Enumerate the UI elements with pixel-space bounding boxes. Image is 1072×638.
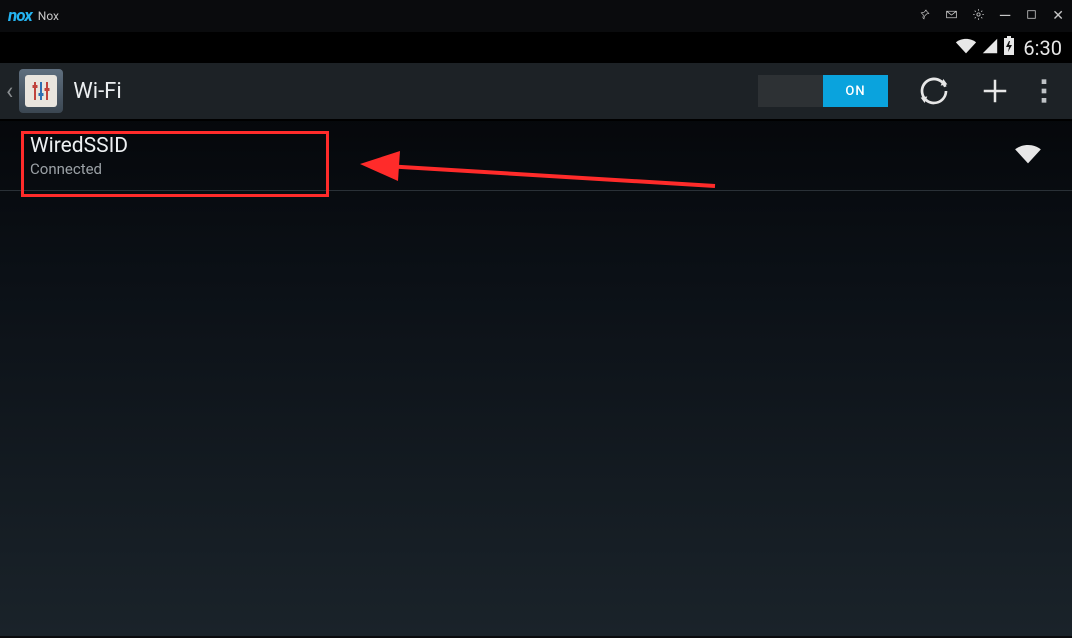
refresh-button[interactable] (918, 75, 950, 107)
add-network-button[interactable] (980, 76, 1010, 106)
wifi-network-list: WiredSSID Connected (0, 121, 1072, 191)
maximize-button[interactable] (1025, 8, 1038, 25)
pin-icon[interactable] (918, 8, 931, 25)
wifi-ssid: WiredSSID (30, 134, 128, 158)
mail-icon[interactable] (945, 8, 958, 25)
settings-app-icon (19, 69, 63, 113)
android-statusbar: 6:30 (0, 33, 1072, 63)
nox-titlebar: nox Nox — ✕ (0, 0, 1072, 32)
wifi-signal-icon (1014, 143, 1042, 169)
wifi-network-item[interactable]: WiredSSID Connected (0, 121, 1072, 191)
cell-signal-icon (981, 37, 999, 59)
nox-window-title: Nox (38, 9, 59, 23)
status-time: 6:30 (1023, 36, 1062, 60)
nox-window-controls: — ✕ (918, 8, 1064, 25)
toggle-on-side: ON (823, 75, 888, 107)
chevron-left-icon: ‹ (6, 77, 13, 105)
wifi-status-text: Connected (30, 160, 128, 178)
wifi-toggle[interactable]: ON (758, 75, 888, 107)
nox-logo: nox (8, 6, 32, 26)
android-screen: 6:30 ‹ Wi-Fi (0, 32, 1072, 636)
minimize-button[interactable]: — (999, 12, 1012, 20)
wifi-settings-header: ‹ Wi-Fi ON (0, 63, 1072, 121)
page-title: Wi-Fi (73, 79, 121, 104)
gear-icon[interactable] (972, 8, 985, 25)
back-button[interactable]: ‹ (0, 69, 63, 113)
battery-charging-icon (1003, 36, 1015, 60)
wifi-status-icon (955, 37, 977, 59)
close-button[interactable]: ✕ (1052, 8, 1064, 24)
toggle-off-side (758, 75, 823, 107)
overflow-menu-button[interactable] (1040, 77, 1048, 105)
